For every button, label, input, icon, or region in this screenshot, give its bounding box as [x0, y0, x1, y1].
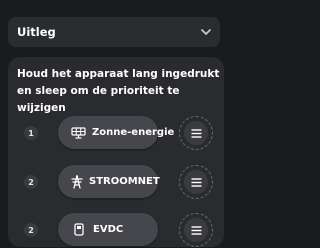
priority-row: 1 Zonne-energie	[8, 115, 224, 151]
instruction-text: Houd het apparaat lang ingedrukt en slee…	[17, 68, 220, 114]
device-pill-grid[interactable]: STROOMNET	[58, 165, 160, 198]
priority-rank: 2	[24, 223, 38, 237]
solar-panel-icon	[71, 126, 86, 140]
device-label: STROOMNET	[89, 176, 160, 187]
priority-row: 2 EVDC	[8, 212, 224, 248]
drag-handle[interactable]	[179, 116, 213, 150]
menu-icon	[191, 177, 201, 187]
chevron-down-icon[interactable]	[200, 26, 212, 38]
ev-charger-icon	[71, 223, 87, 237]
drag-handle[interactable]	[179, 213, 213, 247]
power-tower-icon	[71, 174, 83, 189]
menu-icon	[191, 128, 201, 138]
menu-icon	[191, 225, 201, 235]
priority-rank: 1	[24, 126, 38, 140]
drag-handle[interactable]	[179, 165, 213, 199]
device-pill-solar[interactable]: Zonne-energie	[58, 116, 174, 149]
device-label: EVDC	[93, 224, 124, 235]
device-label: Zonne-energie	[92, 127, 175, 138]
priority-row: 2 STROOMNET	[8, 164, 224, 200]
device-pill-evdc[interactable]: EVDC	[58, 213, 158, 246]
uitleg-accordion[interactable]: Uitleg	[8, 17, 220, 47]
priority-rank: 2	[24, 175, 38, 189]
accordion-title: Uitleg	[17, 25, 56, 39]
priority-card: Houd het apparaat lang ingedrukt en slee…	[8, 57, 224, 247]
